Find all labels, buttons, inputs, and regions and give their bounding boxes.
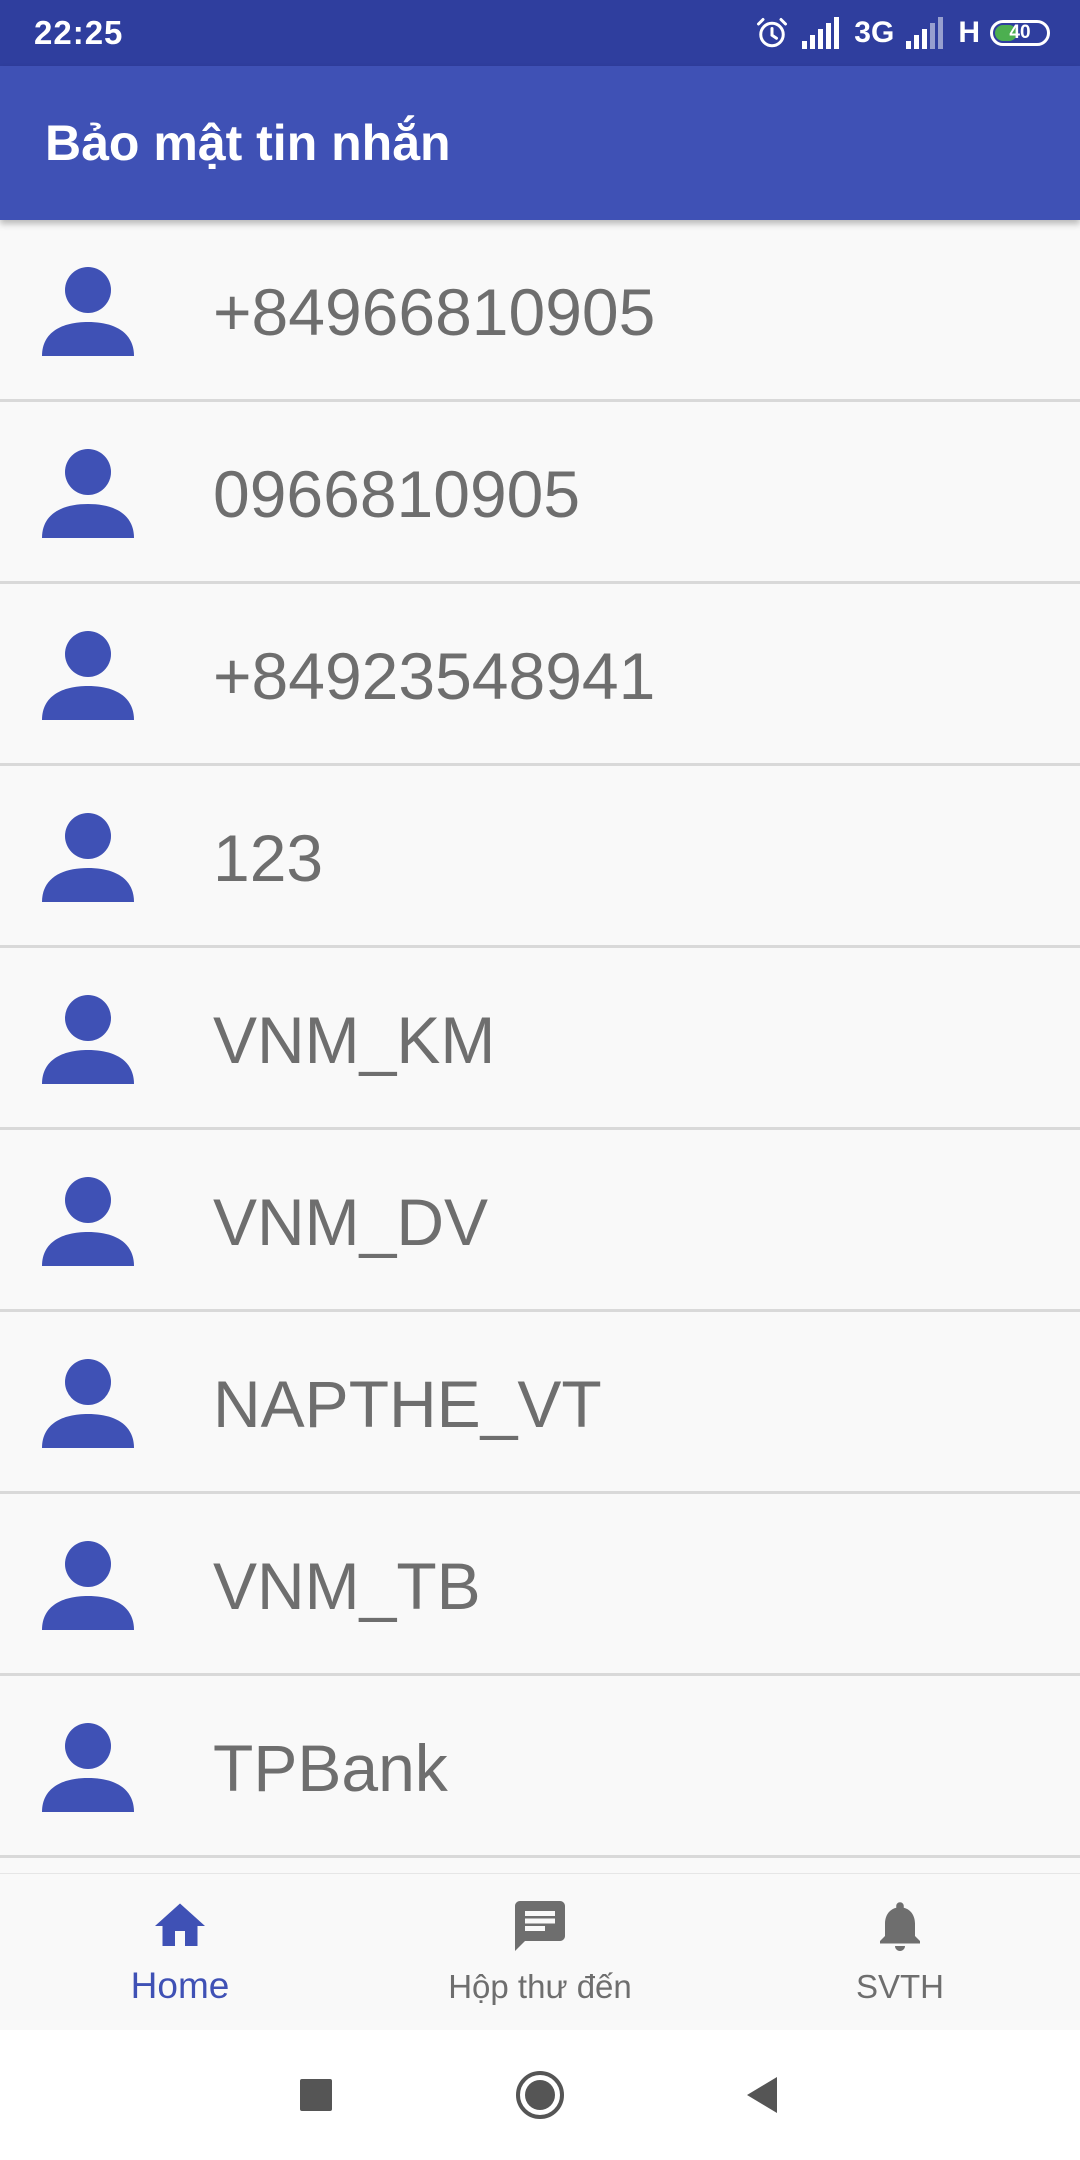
nav-item-svth[interactable]: SVTH xyxy=(720,1874,1080,2031)
contact-name: 0966810905 xyxy=(213,457,581,531)
contact-name: TPBank xyxy=(213,1731,448,1805)
page-title: Bảo mật tin nhắn xyxy=(45,115,451,171)
status-time: 22:25 xyxy=(34,14,124,51)
list-item[interactable]: +84966810905 xyxy=(0,220,1080,402)
person-icon xyxy=(42,449,134,538)
nav-label-inbox: Hộp thư đến xyxy=(448,1968,632,2005)
contact-name: 123 xyxy=(213,821,324,895)
list-item[interactable]: 123 xyxy=(0,766,1080,948)
battery-level: 40 xyxy=(1009,22,1031,43)
bottom-navigation: Home Hộp thư đến SVTH xyxy=(0,1873,1080,2031)
person-icon xyxy=(42,267,134,356)
status-bar: 22:25 3G H 40 xyxy=(0,0,1080,66)
nav-item-home[interactable]: Home xyxy=(0,1874,360,2031)
list-item[interactable]: TPBank xyxy=(0,1676,1080,1858)
list-item[interactable]: VNM_TB xyxy=(0,1494,1080,1676)
signal-icon xyxy=(802,17,840,49)
signal-icon-2 xyxy=(906,17,944,49)
person-icon xyxy=(42,631,134,720)
bell-icon xyxy=(880,1902,920,1951)
app-bar: Bảo mật tin nhắn xyxy=(0,66,1080,220)
network-type-2: H xyxy=(958,16,980,49)
alarm-icon xyxy=(757,18,788,48)
person-icon xyxy=(42,1723,134,1812)
person-icon xyxy=(42,813,134,902)
contact-name: VNM_DV xyxy=(213,1185,489,1259)
contact-name: VNM_KM xyxy=(213,1003,496,1077)
message-icon xyxy=(515,1901,565,1951)
contact-name: +84923548941 xyxy=(213,639,656,713)
home-button[interactable] xyxy=(513,2068,567,2122)
list-item[interactable]: +84923548941 xyxy=(0,584,1080,766)
person-icon xyxy=(42,1177,134,1266)
nav-label-svth: SVTH xyxy=(855,1968,944,2005)
list-item[interactable]: VNM_KM xyxy=(0,948,1080,1130)
contact-name: +84966810905 xyxy=(213,275,656,349)
recents-button[interactable] xyxy=(289,2068,343,2122)
list-item[interactable]: NAPTHE_VT xyxy=(0,1312,1080,1494)
status-icons: 3G H 40 xyxy=(754,12,1050,54)
contact-name: VNM_TB xyxy=(213,1549,481,1623)
person-icon xyxy=(42,1541,134,1630)
battery-icon: 40 xyxy=(990,20,1050,46)
list-item[interactable]: 0966810905 xyxy=(0,402,1080,584)
person-icon xyxy=(42,995,134,1084)
list-item[interactable]: VNM_DV xyxy=(0,1130,1080,1312)
network-type-1: 3G xyxy=(854,16,895,49)
person-icon xyxy=(42,1359,134,1448)
nav-item-inbox[interactable]: Hộp thư đến xyxy=(360,1874,720,2031)
contact-name: NAPTHE_VT xyxy=(213,1367,602,1441)
back-button[interactable] xyxy=(737,2068,791,2122)
home-icon xyxy=(155,1903,205,1946)
system-navigation-bar xyxy=(0,2030,1080,2160)
nav-label-home: Home xyxy=(130,1965,230,2006)
contact-list[interactable]: +84966810905 0966810905 +84923548941 123… xyxy=(0,220,1080,1873)
